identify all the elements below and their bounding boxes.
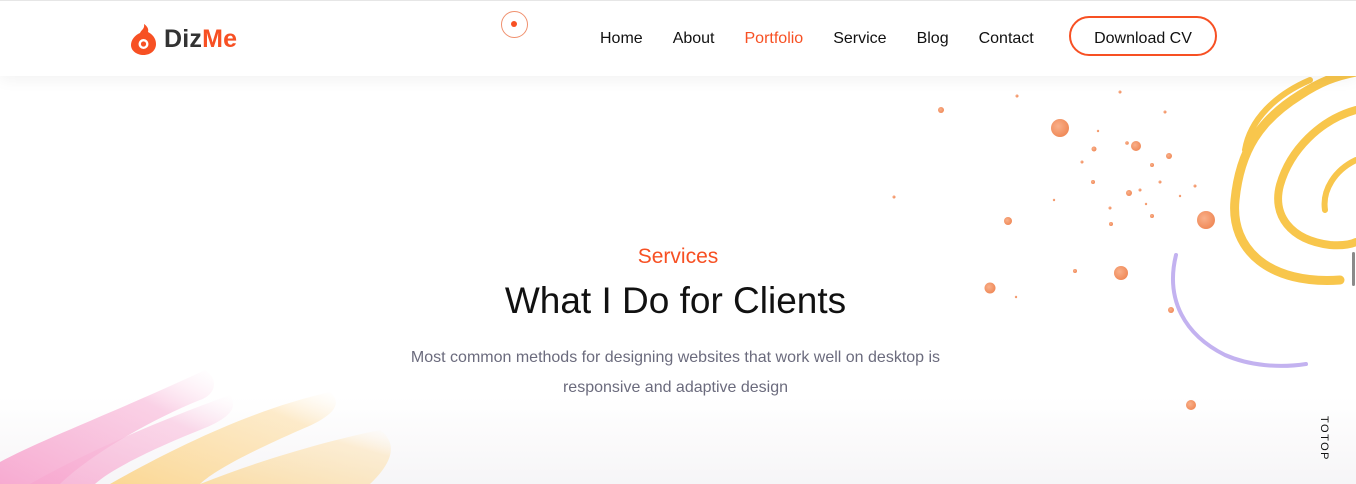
download-cv-button[interactable]: Download CV <box>1069 16 1217 56</box>
brand-name: DizMe <box>164 21 237 57</box>
section-eyebrow: Services <box>637 245 719 268</box>
scrollbar-thumb[interactable] <box>1352 252 1355 286</box>
brand-name-part2: Me <box>202 25 238 53</box>
site-header: DizMe Home About Portfolio Service Blog … <box>0 0 1356 76</box>
flame-logo-icon <box>131 24 156 55</box>
cursor-dot-icon <box>511 21 517 27</box>
nav-item-about[interactable]: About <box>673 29 715 49</box>
main-nav: Home About Portfolio Service Blog Contac… <box>600 29 1034 49</box>
nav-item-home[interactable]: Home <box>600 29 643 49</box>
to-top-button[interactable]: TOTOP <box>1318 416 1330 461</box>
brand-logo[interactable]: DizMe <box>130 21 237 57</box>
section-title: What I Do for Clients <box>504 280 847 321</box>
nav-item-blog[interactable]: Blog <box>917 29 949 49</box>
nav-item-portfolio[interactable]: Portfolio <box>745 29 804 49</box>
nav-item-service[interactable]: Service <box>833 29 886 49</box>
section-description: Most common methods for designing websit… <box>410 349 941 396</box>
page: DizMe Home About Portfolio Service Blog … <box>0 0 1356 484</box>
brand-name-part1: Diz <box>164 25 203 53</box>
nav-item-contact[interactable]: Contact <box>979 29 1034 49</box>
